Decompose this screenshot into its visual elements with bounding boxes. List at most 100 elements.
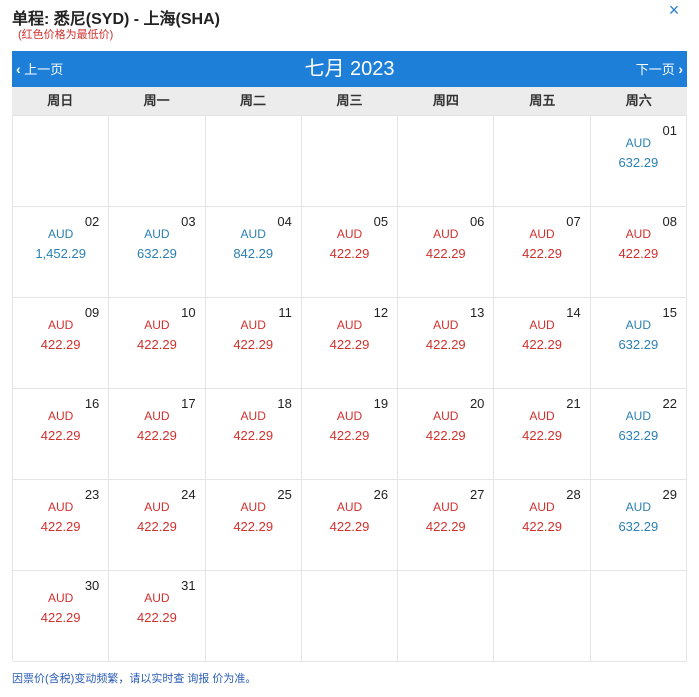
- weekday-sun: 周日: [47, 93, 74, 108]
- price-currency: AUD: [625, 318, 652, 332]
- month-navigation-bar: ‹ 上一页 七月 2023 下一页 ›: [12, 51, 687, 87]
- lowest-price: 422.29: [329, 337, 370, 352]
- lowest-price: 422.29: [40, 337, 81, 352]
- calendar-day-cell[interactable]: 08 AUD 422.29: [590, 207, 687, 298]
- lowest-price: 422.29: [40, 428, 81, 443]
- close-icon[interactable]: ×: [664, 1, 684, 21]
- calendar-day-cell[interactable]: 15 AUD 632.29: [590, 298, 687, 389]
- lowest-price: 422.29: [618, 246, 659, 261]
- fare-price: 632.29: [618, 337, 659, 352]
- calendar-empty-cell: [494, 116, 591, 207]
- chevron-left-icon: ‹: [16, 61, 21, 77]
- calendar-day-cell[interactable]: 26 AUD 422.29: [301, 480, 399, 571]
- lowest-price: 422.29: [522, 337, 562, 352]
- calendar-day-cell[interactable]: 10 AUD 422.29: [109, 298, 206, 389]
- calendar-empty-cell: [301, 571, 399, 662]
- calendar-day-cell[interactable]: 25 AUD 422.29: [205, 480, 302, 571]
- calendar-day-cell[interactable]: 11 AUD 422.29: [205, 298, 302, 389]
- calendar-day-cell[interactable]: 13 AUD 422.29: [398, 298, 495, 389]
- price-currency: AUD: [625, 409, 652, 423]
- calendar-day-cell[interactable]: 16 AUD 422.29: [13, 389, 110, 480]
- weekday-tue: 周二: [240, 93, 267, 108]
- calendar-empty-cell: [205, 571, 302, 662]
- calendar-grid: 01 AUD 632.29 02 AUD 1,452.29 03 AUD 632.29 04 AUD…: [12, 115, 687, 662]
- calendar-day-cell[interactable]: 20 AUD 422.29: [398, 389, 495, 480]
- calendar-empty-cell: [13, 116, 110, 207]
- month-title: 七月 2023: [304, 58, 395, 80]
- price-currency: AUD: [240, 227, 266, 241]
- calendar-day-cell[interactable]: 14 AUD 422.29: [494, 298, 591, 389]
- calendar-empty-cell: [398, 571, 495, 662]
- fare-price: 1,452.29: [35, 246, 86, 261]
- calendar-day-cell[interactable]: 03 AUD 632.29: [109, 207, 206, 298]
- calendar-day-cell[interactable]: 12 AUD 422.29: [301, 298, 399, 389]
- calendar-day-cell[interactable]: 30 AUD 422.29: [13, 571, 110, 662]
- price-currency: AUD: [144, 591, 170, 605]
- next-page-button[interactable]: 下一页 ›: [636, 51, 683, 87]
- lowest-price: 422.29: [233, 519, 274, 534]
- fare-price: 842.29: [233, 246, 274, 261]
- weekday-mon: 周一: [143, 93, 170, 108]
- calendar-day-cell[interactable]: 17 AUD 422.29: [109, 389, 206, 480]
- calendar-day-cell[interactable]: 05 AUD 422.29: [301, 207, 399, 298]
- calendar-day-cell[interactable]: 23 AUD 422.29: [13, 480, 110, 571]
- chevron-right-icon: ›: [678, 61, 683, 77]
- calendar-day-cell[interactable]: 18 AUD 422.29: [205, 389, 302, 480]
- price-currency: AUD: [433, 318, 459, 332]
- lowest-price: 422.29: [137, 519, 177, 534]
- price-currency: AUD: [144, 318, 170, 332]
- lowest-price: 422.29: [425, 337, 466, 352]
- calendar-day-cell[interactable]: 22 AUD 632.29: [590, 389, 687, 480]
- lowest-price: 422.29: [233, 428, 274, 443]
- calendar-day-cell[interactable]: 29 AUD 632.29: [590, 480, 687, 571]
- lowest-price: 422.29: [40, 610, 81, 625]
- calendar-day-cell[interactable]: 06 AUD 422.29: [398, 207, 495, 298]
- lowest-price: 422.29: [522, 246, 562, 261]
- calendar-day-cell[interactable]: 09 AUD 422.29: [13, 298, 110, 389]
- calendar-empty-cell: [590, 571, 687, 662]
- calendar-day-cell[interactable]: 04 AUD 842.29: [205, 207, 302, 298]
- price-currency: AUD: [625, 136, 652, 150]
- lowest-price: 422.29: [40, 519, 81, 534]
- calendar-empty-cell: [205, 116, 302, 207]
- price-disclaimer: 因票价(含税)变动频繁，请以实时查 询报 价为准。: [12, 673, 257, 685]
- lowest-price: 422.29: [425, 246, 466, 261]
- lowest-price: 422.29: [329, 428, 370, 443]
- price-currency: AUD: [47, 500, 74, 514]
- lowest-price: 422.29: [425, 428, 466, 443]
- lowest-price: 422.29: [425, 519, 466, 534]
- fare-price: 632.29: [618, 155, 659, 170]
- prev-page-button[interactable]: ‹ 上一页: [16, 51, 63, 87]
- calendar-day-cell[interactable]: 21 AUD 422.29: [494, 389, 591, 480]
- weekday-wed: 周三: [336, 93, 363, 108]
- price-currency: AUD: [240, 500, 266, 514]
- lowest-price: 422.29: [522, 519, 562, 534]
- fare-price: 632.29: [137, 246, 177, 261]
- calendar-day-cell[interactable]: 28 AUD 422.29: [494, 480, 591, 571]
- calendar-day-cell[interactable]: 01 AUD 632.29: [590, 116, 687, 207]
- calendar-day-cell[interactable]: 07 AUD 422.29: [494, 207, 591, 298]
- lowest-price: 422.29: [329, 246, 370, 261]
- weekday-thu: 周四: [432, 93, 459, 108]
- price-currency: AUD: [240, 409, 266, 423]
- lowest-price: 422.29: [137, 337, 177, 352]
- calendar-day-cell[interactable]: 02 AUD 1,452.29: [13, 207, 110, 298]
- price-currency: AUD: [144, 409, 170, 423]
- calendar-day-cell[interactable]: 19 AUD 422.29: [301, 389, 399, 480]
- price-currency: AUD: [529, 318, 555, 332]
- price-currency: AUD: [47, 591, 74, 605]
- calendar-day-cell[interactable]: 31 AUD 422.29: [109, 571, 206, 662]
- calendar-day-cell[interactable]: 27 AUD 422.29: [398, 480, 495, 571]
- price-currency: AUD: [336, 227, 363, 241]
- price-currency: AUD: [529, 227, 555, 241]
- price-currency: AUD: [47, 318, 74, 332]
- price-currency: AUD: [433, 227, 459, 241]
- fare-price: 632.29: [618, 519, 659, 534]
- prev-page-label: 上一页: [24, 62, 64, 77]
- lowest-price: 422.29: [137, 428, 177, 443]
- price-currency: AUD: [47, 227, 74, 241]
- price-currency: AUD: [529, 500, 555, 514]
- lowest-price: 422.29: [137, 610, 177, 625]
- lowest-price: 422.29: [522, 428, 562, 443]
- calendar-day-cell[interactable]: 24 AUD 422.29: [109, 480, 206, 571]
